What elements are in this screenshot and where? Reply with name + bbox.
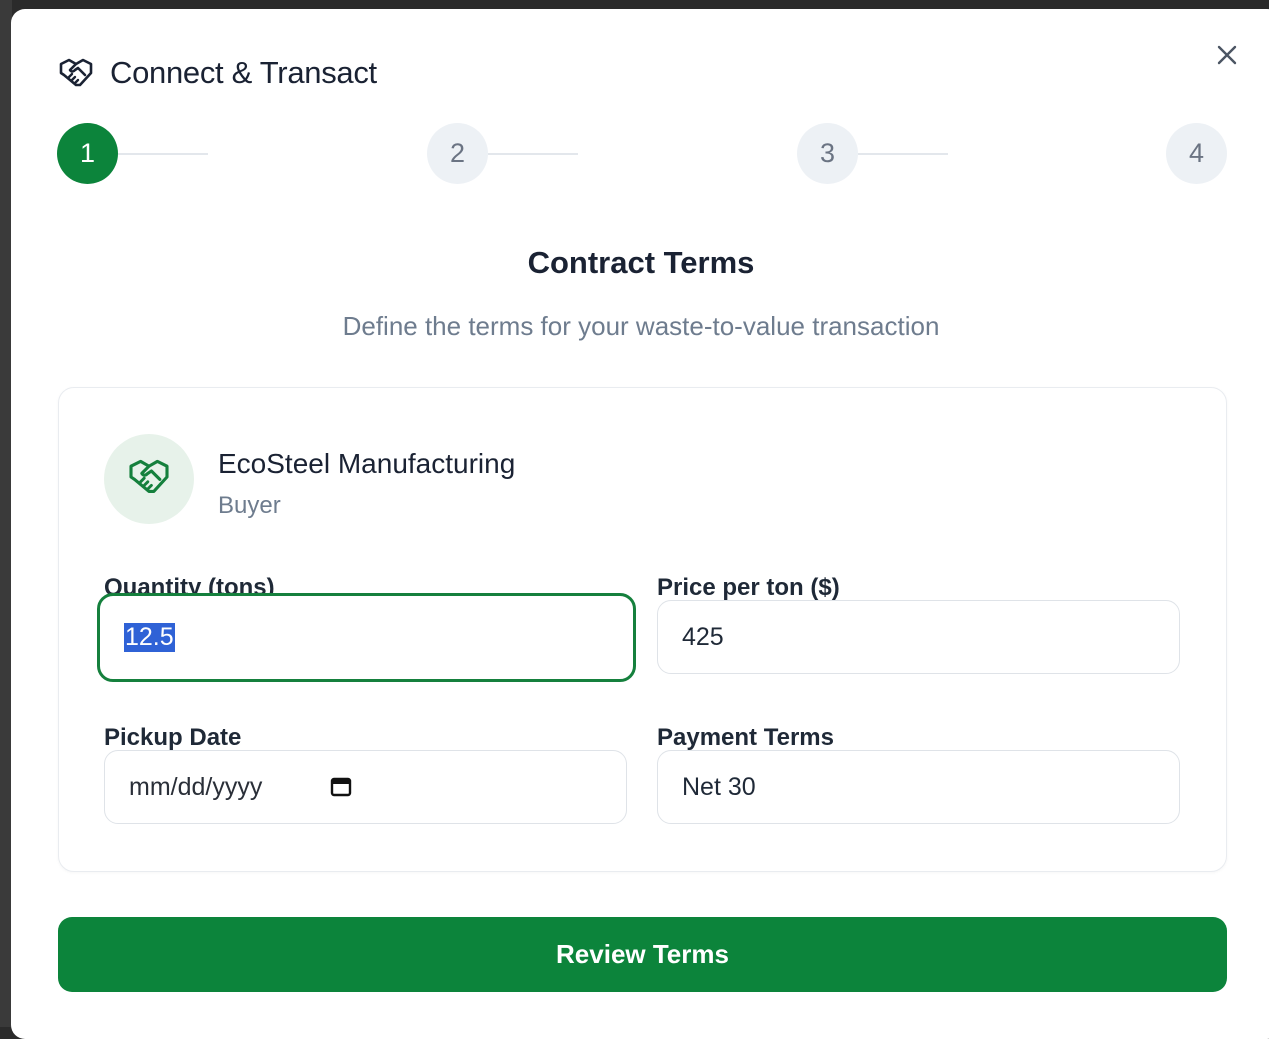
step-connector <box>488 153 578 155</box>
handshake-icon <box>58 55 94 91</box>
pickup-date-input[interactable]: mm/dd/yyyy <box>104 750 627 824</box>
contract-terms-card: EcoSteel Manufacturing Buyer Quantity (t… <box>58 387 1227 872</box>
step-connector <box>118 153 208 155</box>
price-input[interactable]: 425 <box>657 600 1180 674</box>
connect-transact-dialog: Connect & Transact 1 2 3 4 Contract Term… <box>11 9 1269 1039</box>
price-label: Price per ton ($) <box>657 574 840 601</box>
handshake-icon <box>127 459 171 500</box>
step-3[interactable]: 3 <box>797 123 858 184</box>
payment-terms-input[interactable]: Net 30 <box>657 750 1180 824</box>
party-avatar <box>104 434 194 524</box>
section-subtitle: Define the terms for your waste-to-value… <box>342 311 940 341</box>
step-connector <box>858 153 948 155</box>
party-role: Buyer <box>218 492 281 519</box>
close-icon <box>1216 44 1238 71</box>
quantity-input[interactable]: 12.5 <box>97 593 636 682</box>
pickup-date-label: Pickup Date <box>104 724 242 751</box>
dialog-header: Connect & Transact <box>58 55 377 91</box>
party-name: EcoSteel Manufacturing <box>218 448 516 479</box>
step-1[interactable]: 1 <box>57 123 118 184</box>
close-button[interactable] <box>1212 42 1242 72</box>
price-value: 425 <box>682 622 724 651</box>
payment-terms-label: Payment Terms <box>657 724 834 751</box>
step-2[interactable]: 2 <box>427 123 488 184</box>
dialog-title: Connect & Transact <box>110 55 377 90</box>
calendar-icon[interactable] <box>330 775 352 804</box>
progress-stepper: 1 2 3 4 <box>57 123 1227 185</box>
step-4[interactable]: 4 <box>1166 123 1227 184</box>
review-terms-button[interactable]: Review Terms <box>58 917 1227 992</box>
quantity-value: 12.5 <box>124 623 175 652</box>
pickup-date-placeholder: mm/dd/yyyy <box>129 772 263 801</box>
payment-terms-value: Net 30 <box>682 772 756 801</box>
section-title: Contract Terms <box>527 245 755 280</box>
